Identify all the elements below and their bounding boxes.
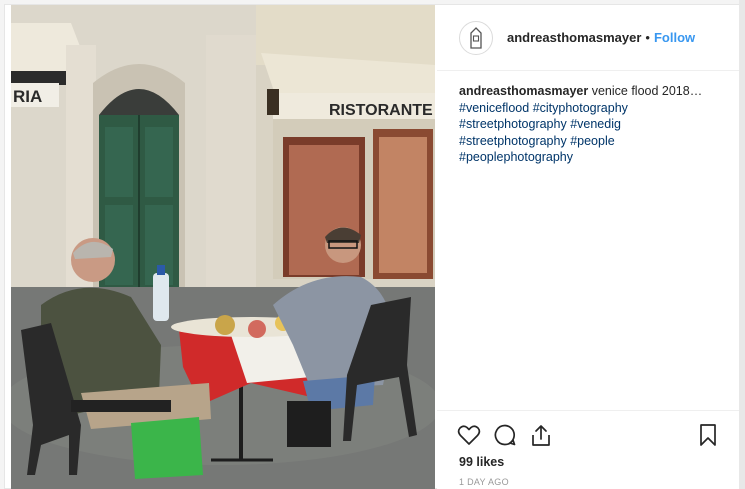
sign-right-text: RISTORANTE <box>329 102 433 119</box>
hashtag-link[interactable]: #streetphotography <box>459 117 567 131</box>
header-username[interactable]: andreasthomasmayer <box>507 30 641 45</box>
hashtag-link[interactable]: #veniceflood <box>459 101 529 115</box>
avatar[interactable] <box>459 20 493 55</box>
caption-username[interactable]: andreasthomasmayer <box>459 84 588 98</box>
likes-count[interactable]: 99 likes <box>459 455 504 469</box>
post-caption: andreasthomasmayer venice flood 2018… #v… <box>459 83 729 166</box>
hashtag-link[interactable]: #streetphotography <box>459 134 567 148</box>
save-button[interactable] <box>696 423 720 447</box>
follow-button[interactable]: Follow <box>654 30 695 45</box>
sign-left-text: RIA <box>13 87 42 106</box>
hashtag-link[interactable]: #peoplephotography <box>459 150 573 164</box>
post-photo[interactable]: RIA RISTORANTE <box>11 5 435 489</box>
page-scrollbar[interactable] <box>739 0 745 489</box>
like-button[interactable] <box>457 423 481 447</box>
share-upload-icon <box>532 425 550 446</box>
hashtag-link[interactable]: #cityphotography <box>533 101 628 115</box>
post-sidebar: andreasthomasmayer • Follow andreasthoma… <box>437 5 740 489</box>
hashtag-link[interactable]: #venedig <box>570 117 621 131</box>
post-actions: 99 likes 1 DAY AGO <box>437 410 740 489</box>
post-header: andreasthomasmayer • Follow <box>437 5 740 71</box>
comment-button[interactable] <box>493 423 517 447</box>
action-icons <box>457 423 553 447</box>
instagram-post: RIA RISTORANTE andreasthomasmayer • Foll… <box>4 4 741 489</box>
hashtag-link[interactable]: #people <box>570 134 615 148</box>
header-separator: • <box>645 30 650 45</box>
post-timestamp: 1 DAY AGO <box>459 477 509 487</box>
lighthouse-logo-icon <box>470 26 482 49</box>
share-button[interactable] <box>529 423 553 447</box>
comment-bubble-icon <box>494 424 516 446</box>
bookmark-icon <box>700 424 716 446</box>
caption-text: venice flood 2018… <box>591 84 703 98</box>
heart-icon <box>457 425 481 445</box>
